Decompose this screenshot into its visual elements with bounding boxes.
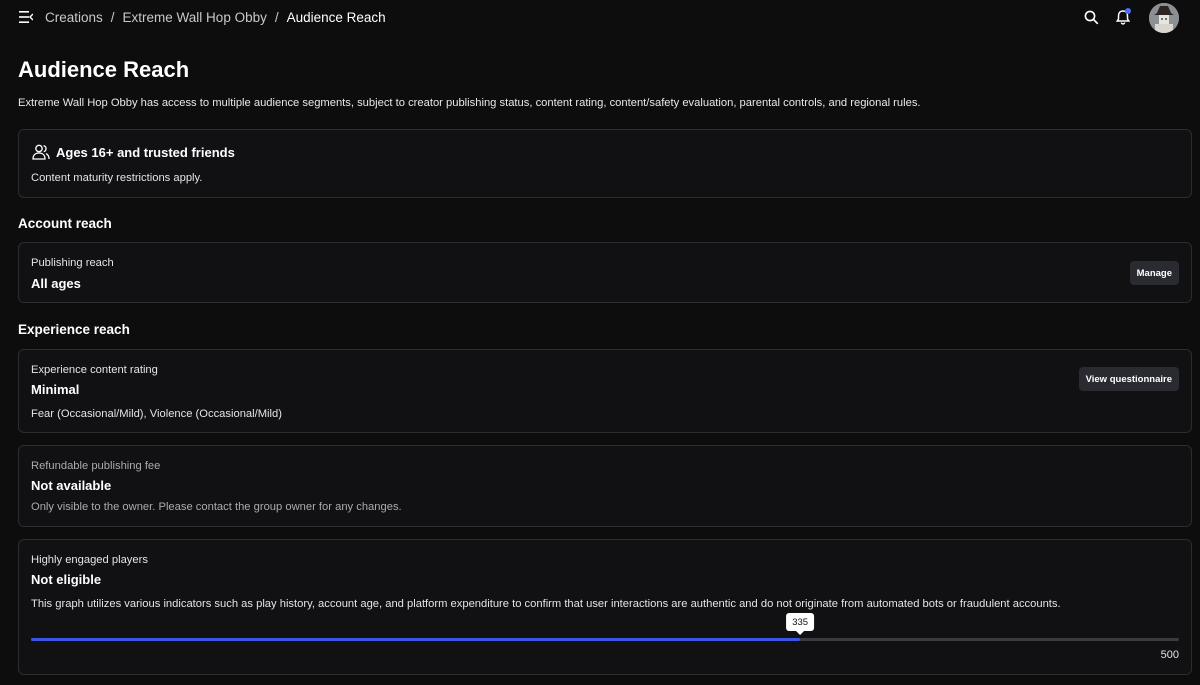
publishing-fee-label: Refundable publishing fee <box>31 460 161 472</box>
progress-track <box>31 638 1179 641</box>
content-rating-card: Experience content rating Minimal Fear (… <box>18 349 1192 433</box>
search-icon[interactable] <box>1084 10 1099 25</box>
progress-fill <box>31 638 801 641</box>
notification-dot <box>1125 8 1131 14</box>
breadcrumb-separator: / <box>274 10 279 25</box>
view-questionnaire-button[interactable]: View questionnaire <box>1078 367 1179 391</box>
breadcrumb-creations[interactable]: Creations <box>45 10 103 25</box>
content-rating-label: Experience content rating <box>31 364 158 376</box>
publishing-fee-note: Only visible to the owner. Please contac… <box>31 501 402 513</box>
account-reach-heading: Account reach <box>18 216 112 231</box>
avatar-image <box>1149 3 1179 33</box>
page-title: Audience Reach <box>18 57 190 82</box>
engaged-players-note: This graph utilizes various indicators s… <box>31 598 1061 610</box>
audience-note: Content maturity restrictions apply. <box>31 172 203 184</box>
breadcrumb: Creations / Extreme Wall Hop Obby / Audi… <box>45 10 386 25</box>
breadcrumb-current: Audience Reach <box>286 10 386 25</box>
engaged-players-card: Highly engaged players Not eligible This… <box>18 539 1192 675</box>
menu-collapse-icon[interactable] <box>19 11 33 23</box>
breadcrumb-experience[interactable]: Extreme Wall Hop Obby <box>123 10 267 25</box>
people-icon <box>32 144 50 160</box>
publishing-fee-card: Refundable publishing fee Not available … <box>18 445 1192 527</box>
engaged-players-value: Not eligible <box>31 572 102 587</box>
publishing-reach-label: Publishing reach <box>31 257 114 269</box>
avatar[interactable] <box>1149 3 1179 33</box>
content-descriptors: Fear (Occasional/Mild), Violence (Occasi… <box>31 408 282 420</box>
progress-tooltip: 335 <box>786 613 815 635</box>
top-bar: Creations / Extreme Wall Hop Obby / Audi… <box>0 0 1200 36</box>
publishing-fee-value: Not available <box>31 478 112 493</box>
publishing-reach-card: Publishing reach All ages Manage <box>18 242 1192 303</box>
publishing-reach-value: All ages <box>31 276 81 291</box>
audience-title: Ages 16+ and trusted friends <box>56 145 235 160</box>
page-description: Extreme Wall Hop Obby has access to mult… <box>18 97 921 109</box>
progress-max: 500 <box>1160 649 1179 661</box>
manage-button[interactable]: Manage <box>1129 261 1179 285</box>
notifications-button[interactable] <box>1114 8 1132 26</box>
breadcrumb-separator: / <box>110 10 115 25</box>
experience-reach-heading: Experience reach <box>18 322 130 337</box>
engaged-players-label: Highly engaged players <box>31 554 148 566</box>
audience-card: Ages 16+ and trusted friends Content mat… <box>18 129 1192 198</box>
content-rating-value: Minimal <box>31 382 80 397</box>
